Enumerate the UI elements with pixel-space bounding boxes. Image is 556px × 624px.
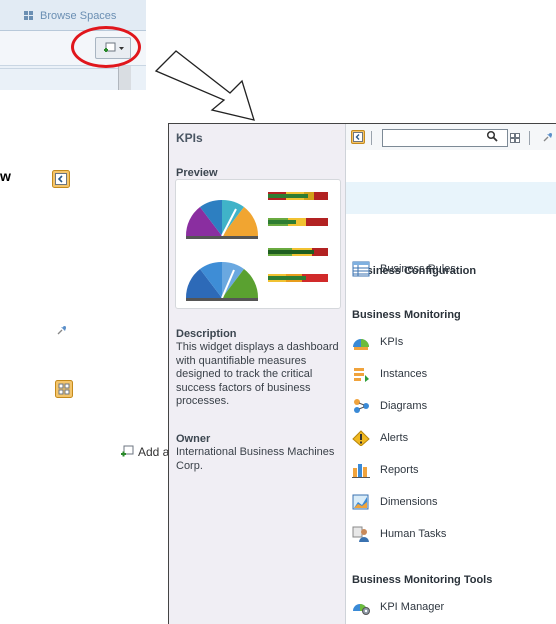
owner-label: Owner xyxy=(176,433,211,445)
grid-view-icon[interactable] xyxy=(510,133,520,143)
widget-details: KPIs Preview Description This widget dis… xyxy=(169,124,346,624)
widget-item-diagrams[interactable]: Diagrams xyxy=(352,396,552,416)
widget-label: Dimensions xyxy=(380,496,438,508)
drop-zone-band xyxy=(346,182,556,214)
divider xyxy=(0,68,120,69)
dimensions-icon xyxy=(352,494,369,510)
diagrams-icon xyxy=(354,399,369,413)
preview-image xyxy=(175,179,341,309)
description-label: Description xyxy=(176,328,237,340)
collapse-panel-icon[interactable] xyxy=(351,130,365,144)
widget-item-alerts[interactable]: Alerts xyxy=(352,428,552,448)
alerts-icon xyxy=(352,430,370,446)
widget-label: KPIs xyxy=(380,336,404,348)
category-business-monitoring-tools: Business Monitoring Tools xyxy=(352,574,493,586)
description-text: This widget displays a dashboard with qu… xyxy=(176,341,339,407)
grid-view-icon xyxy=(55,380,73,398)
widget-item-business-rules[interactable]: Business Rules xyxy=(352,259,552,279)
category-business-monitoring: Business Monitoring xyxy=(352,309,461,321)
highlight-oval xyxy=(71,26,141,68)
widget-item-kpis[interactable]: KPIs xyxy=(352,332,552,352)
instances-icon xyxy=(354,368,369,382)
widget-list: Business Configuration Business Rules Bu… xyxy=(346,124,556,624)
widget-label: Business Rules xyxy=(380,263,456,275)
widget-label: Diagrams xyxy=(380,400,428,412)
toolbar-separator xyxy=(371,131,372,145)
scrollbar[interactable] xyxy=(118,66,131,90)
widget-title: KPIs xyxy=(176,131,203,145)
legend-letter: w xyxy=(0,168,11,184)
widget-palette-panel: KPIs Preview Description This widget dis… xyxy=(168,123,556,624)
reports-icon xyxy=(352,464,370,478)
collapse-panel-icon xyxy=(52,170,70,188)
widget-item-dimensions[interactable]: Dimensions xyxy=(352,492,552,512)
pointer-arrow xyxy=(154,50,255,121)
dashboard-preview xyxy=(185,192,328,301)
palette-toolbar xyxy=(346,124,556,150)
widget-label: KPI Manager xyxy=(380,601,445,613)
widget-item-instances[interactable]: Instances xyxy=(352,364,552,384)
owner-text: International Business Machines Corp. xyxy=(176,446,335,472)
widget-label: Instances xyxy=(380,368,428,380)
widget-item-kpi-manager[interactable]: KPI Manager xyxy=(352,597,552,617)
pin-icon xyxy=(57,326,66,335)
preview-label: Preview xyxy=(176,167,218,179)
widget-label: Human Tasks xyxy=(380,528,447,540)
grid-icon xyxy=(24,11,33,20)
widget-item-reports[interactable]: Reports xyxy=(352,460,552,480)
widget-item-human-tasks[interactable]: Human Tasks xyxy=(352,524,552,544)
toolbar-separator xyxy=(529,131,530,145)
kpis-icon xyxy=(353,339,369,350)
widget-label: Reports xyxy=(380,464,419,476)
browse-spaces-link[interactable]: Browse Spaces xyxy=(40,10,116,22)
widget-label: Alerts xyxy=(380,432,409,444)
business-rules-icon xyxy=(352,261,370,277)
add-widget-icon xyxy=(121,445,134,457)
pin-icon[interactable] xyxy=(542,131,554,143)
kpi-manager-icon xyxy=(353,604,370,615)
human-tasks-icon xyxy=(352,526,369,542)
search-icon[interactable] xyxy=(486,130,498,142)
